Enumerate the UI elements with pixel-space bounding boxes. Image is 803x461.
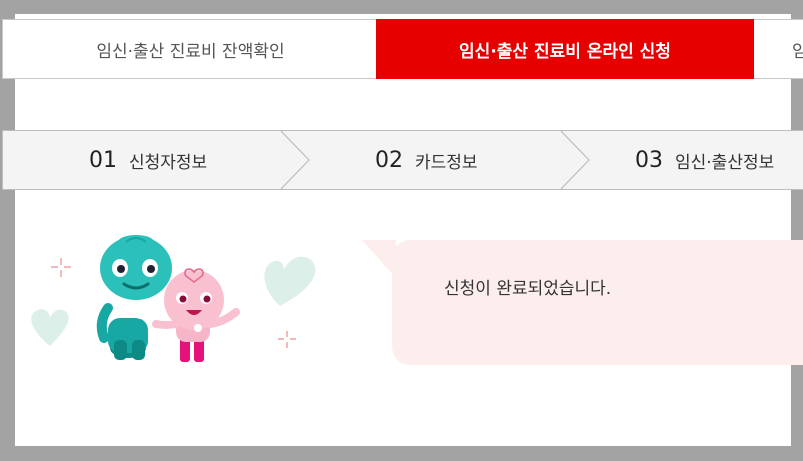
tab-bar: 임신·출산 진료비 잔액확인 임신·출산 진료비 온라인 신청 임 xyxy=(2,19,803,79)
step-2: 02 카드정보 xyxy=(375,131,478,189)
sparkle-icon xyxy=(278,331,296,348)
step-2-number: 02 xyxy=(375,147,403,173)
teal-mascot xyxy=(96,235,172,360)
step-2-label: 카드정보 xyxy=(415,152,478,173)
tab-balance-check[interactable]: 임신·출산 진료비 잔액확인 xyxy=(2,19,378,79)
step-1-number: 01 xyxy=(89,147,117,173)
step-3: 03 임신·출산정보 xyxy=(635,131,774,189)
pink-mascot xyxy=(152,268,240,362)
step-indicator: 01 신청자정보 02 카드정보 03 임신·출산정보 xyxy=(2,130,803,190)
heart-icon xyxy=(264,256,316,306)
mascot-illustration xyxy=(31,235,316,362)
step-arrow-icon xyxy=(561,131,590,189)
step-1: 01 신청자정보 xyxy=(89,131,207,189)
step-3-label: 임신·출산정보 xyxy=(675,152,775,173)
completion-message: 신청이 완료되었습니다. xyxy=(444,279,612,299)
tab-online-apply[interactable]: 임신·출산 진료비 온라인 신청 xyxy=(376,19,754,79)
step-arrow-icon xyxy=(281,131,310,189)
step-3-number: 03 xyxy=(635,147,663,173)
step-1-label: 신청자정보 xyxy=(129,152,208,173)
bubble-tail xyxy=(362,240,396,278)
heart-icon xyxy=(31,309,69,346)
completion-message-bubble: 신청이 완료되었습니다. xyxy=(392,240,803,365)
sparkle-icon xyxy=(51,258,71,277)
tab-third[interactable]: 임 xyxy=(754,19,803,79)
